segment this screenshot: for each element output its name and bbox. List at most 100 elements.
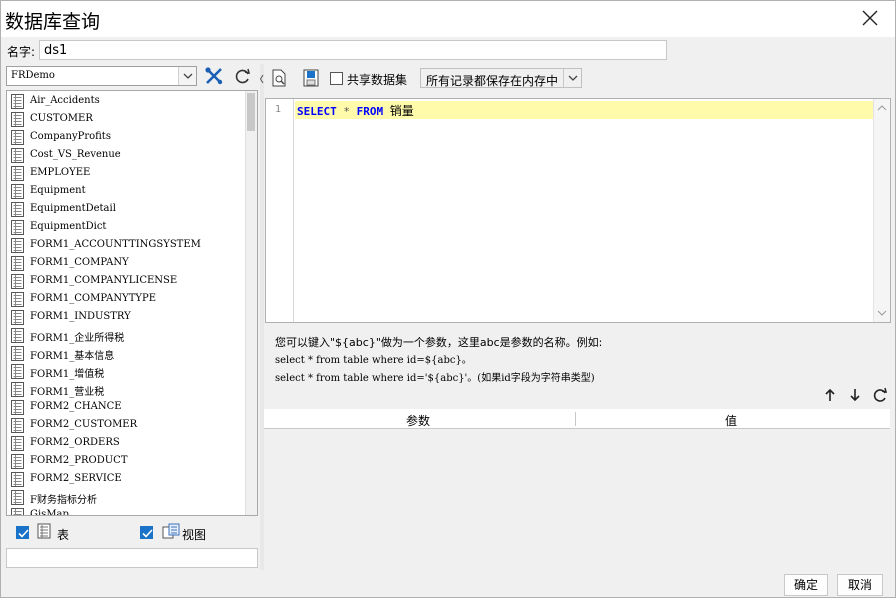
- table-list-item[interactable]: FORM1_增值税: [9, 363, 245, 381]
- refresh-params-button[interactable]: [871, 386, 889, 404]
- dataset-name-input[interactable]: [39, 40, 667, 60]
- table-name: FORM1_COMPANYTYPE: [30, 293, 157, 304]
- table-list: Air_Accidents CUSTOMER CompanyProfits Cost_…: [6, 90, 258, 516]
- move-up-button[interactable]: [821, 386, 839, 404]
- table-name: FORM2_ORDERS: [30, 437, 120, 448]
- name-row: 名字:: [1, 38, 895, 62]
- table-list-item[interactable]: FORM1_营业税: [9, 381, 245, 399]
- table-list-item[interactable]: FORM2_PRODUCT: [9, 453, 245, 471]
- share-dataset-checkbox[interactable]: [330, 72, 343, 85]
- table-name: EMPLOYEE: [30, 167, 91, 178]
- preview-button[interactable]: [270, 68, 292, 88]
- table-list-item[interactable]: EquipmentDict: [9, 219, 245, 237]
- sql-code[interactable]: SELECT * FROM 销量: [297, 102, 414, 119]
- move-down-button[interactable]: [846, 386, 864, 404]
- table-icon: [11, 166, 24, 181]
- table-name: FORM1_基本信息: [30, 351, 115, 362]
- table-icon: [11, 274, 24, 289]
- database-query-dialog: 数据库查询 名字: FRDemo: [0, 0, 896, 598]
- connection-settings-button[interactable]: [203, 66, 225, 86]
- share-dataset-label: 共享数据集: [347, 73, 408, 87]
- tools-icon: [205, 67, 223, 85]
- table-list-item[interactable]: EMPLOYEE: [9, 165, 245, 183]
- arrow-up-icon: [825, 388, 835, 401]
- parameter-table: 参数 值: [264, 409, 890, 569]
- table-list-item[interactable]: FORM1_COMPANYLICENSE: [9, 273, 245, 291]
- table-list-item[interactable]: FORM2_ORDERS: [9, 435, 245, 453]
- storage-mode-select[interactable]: 所有记录都保存在内存中: [420, 68, 582, 88]
- close-icon: [862, 10, 878, 26]
- table-icon: [11, 184, 24, 199]
- hint-line-3: select * from table where id='${abc}'。(如…: [275, 373, 595, 384]
- param-column-header[interactable]: 参数: [406, 412, 430, 429]
- show-views-label: 视图: [182, 528, 207, 542]
- table-icon: [11, 112, 24, 127]
- table-list-item[interactable]: CUSTOMER: [9, 111, 245, 129]
- sql-table-name: 销量: [389, 104, 414, 118]
- table-name: F财务指标分析: [30, 495, 97, 506]
- table-list-item[interactable]: FORM2_SERVICE: [9, 471, 245, 489]
- table-list-item[interactable]: FORM1_COMPANYTYPE: [9, 291, 245, 309]
- table-list-item[interactable]: F财务指标分析: [9, 489, 245, 507]
- show-tables-label: 表: [57, 528, 70, 542]
- table-list-item[interactable]: FORM1_企业所得税: [9, 327, 245, 345]
- table-icon: [11, 400, 24, 415]
- line-gutter: 1: [266, 99, 294, 322]
- table-browser-panel: FRDemo Air_Accidents CUSTOMER CompanyPro…: [6, 64, 259, 570]
- table-list-item[interactable]: EquipmentDetail: [9, 201, 245, 219]
- table-icon: [11, 508, 24, 515]
- table-name: FORM2_SERVICE: [30, 473, 122, 484]
- query-panel: 共享数据集 所有记录都保存在内存中 1 SELECT * FROM 销量 您可以…: [264, 64, 892, 570]
- table-icon: [11, 130, 24, 145]
- refresh-icon: [873, 387, 888, 402]
- ok-button[interactable]: 确定: [784, 574, 828, 596]
- table-list-item[interactable]: FORM1_ACCOUNTTINGSYSTEM: [9, 237, 245, 255]
- value-column-header[interactable]: 值: [725, 412, 737, 429]
- table-name: FORM2_CUSTOMER: [30, 419, 138, 430]
- sql-editor[interactable]: 1 SELECT * FROM 销量: [265, 98, 891, 323]
- title-bar: 数据库查询: [1, 1, 895, 37]
- table-list-item[interactable]: FORM2_CUSTOMER: [9, 417, 245, 435]
- arrow-down-icon: [850, 389, 860, 402]
- table-name: EquipmentDict: [30, 221, 107, 232]
- table-filter-input[interactable]: [6, 548, 258, 568]
- table-name: FORM1_INDUSTRY: [30, 311, 131, 322]
- show-views-checkbox[interactable]: [140, 526, 153, 539]
- table-name: GisMap: [30, 509, 69, 516]
- table-name: Equipment: [30, 185, 86, 196]
- table-name: CompanyProfits: [30, 131, 111, 142]
- table-list-scrollbar[interactable]: [245, 91, 257, 515]
- sql-keyword-from: FROM: [356, 105, 384, 118]
- table-icon: [11, 490, 24, 505]
- save-query-button[interactable]: [302, 68, 324, 88]
- view-type-icon: [162, 523, 180, 542]
- refresh-tables-button[interactable]: [232, 66, 254, 86]
- table-icon: [11, 328, 24, 343]
- table-icon: [11, 148, 24, 163]
- table-list-item[interactable]: FORM1_基本信息: [9, 345, 245, 363]
- table-name: Cost_VS_Revenue: [30, 149, 121, 160]
- database-select[interactable]: FRDemo: [6, 66, 197, 86]
- scroll-down-icon: [877, 310, 887, 316]
- table-icon: [11, 346, 24, 361]
- table-list-item[interactable]: GisMap: [9, 507, 245, 516]
- table-list-item[interactable]: FORM2_CHANCE: [9, 399, 245, 417]
- cancel-button[interactable]: 取消: [837, 574, 883, 596]
- table-list-item[interactable]: FORM1_COMPANY: [9, 255, 245, 273]
- table-list-item[interactable]: Equipment: [9, 183, 245, 201]
- show-tables-checkbox[interactable]: [16, 526, 29, 539]
- query-toolbar: 共享数据集 所有记录都保存在内存中: [264, 64, 892, 92]
- table-icon: [11, 256, 24, 271]
- sql-star: *: [343, 105, 350, 118]
- dialog-title: 数据库查询: [5, 11, 101, 33]
- object-filter: 表 视图: [6, 519, 258, 569]
- table-name: Air_Accidents: [30, 95, 100, 106]
- preview-icon: [272, 69, 286, 87]
- table-list-item[interactable]: FORM1_INDUSTRY: [9, 309, 245, 327]
- close-button[interactable]: [859, 7, 881, 29]
- scrollbar-thumb[interactable]: [247, 93, 255, 131]
- table-list-item[interactable]: CompanyProfits: [9, 129, 245, 147]
- editor-scrollbar[interactable]: [873, 99, 890, 322]
- table-list-item[interactable]: Air_Accidents: [9, 93, 245, 111]
- table-list-item[interactable]: Cost_VS_Revenue: [9, 147, 245, 165]
